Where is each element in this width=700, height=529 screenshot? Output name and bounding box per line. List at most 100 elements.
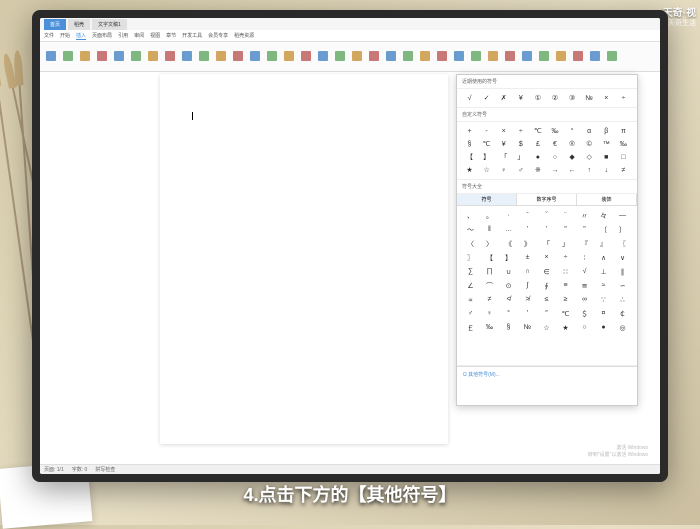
ribbon-button-4[interactable] <box>112 46 126 68</box>
symbol-cell[interactable]: ＄ <box>576 307 593 320</box>
symbol-cell[interactable]: ∷ <box>557 265 574 278</box>
menu-review[interactable]: 审阅 <box>134 32 144 39</box>
symbol-cell[interactable]: 〉 <box>481 237 498 250</box>
symbol-cell[interactable]: × <box>496 125 511 137</box>
category-tab-numbers[interactable]: 数字序号 <box>517 194 577 205</box>
symbol-cell[interactable]: β <box>599 125 614 137</box>
symbol-cell[interactable]: ① <box>530 92 545 104</box>
symbol-cell[interactable]: ® <box>565 138 580 150</box>
symbol-cell[interactable]: ♀ <box>496 164 511 176</box>
menu-vip[interactable]: 会员专享 <box>208 32 228 39</box>
ribbon-button-32[interactable] <box>588 46 602 68</box>
symbol-cell[interactable]: ∥ <box>614 265 631 278</box>
ribbon-button-20[interactable] <box>384 46 398 68</box>
symbol-cell[interactable]: € <box>548 138 563 150</box>
ribbon-button-6[interactable] <box>146 46 160 68</box>
category-tab-symbols[interactable]: 符号 <box>457 194 517 205</box>
symbol-cell[interactable]: ○ <box>548 151 563 163</box>
symbol-cell[interactable]: ☆ <box>479 164 494 176</box>
tab-home[interactable]: 首页 <box>44 19 66 30</box>
symbol-cell[interactable]: ♂ <box>462 307 479 320</box>
symbol-cell[interactable]: 【 <box>481 251 498 264</box>
ribbon-button-18[interactable] <box>350 46 364 68</box>
symbol-cell[interactable]: ¥ <box>496 138 511 150</box>
menu-dev[interactable]: 开发工具 <box>182 32 202 39</box>
symbol-cell[interactable]: 「 <box>496 151 511 163</box>
symbol-cell[interactable]: ≥ <box>557 293 574 306</box>
ribbon-button-21[interactable] <box>401 46 415 68</box>
symbol-cell[interactable]: ≡ <box>557 279 574 292</box>
symbol-cell[interactable]: ≠ <box>616 164 631 176</box>
symbol-cell[interactable]: ★ <box>462 164 477 176</box>
symbol-cell[interactable]: ′ <box>519 307 536 320</box>
symbol-cell[interactable]: ∵ <box>595 293 612 306</box>
symbol-cell[interactable]: 』 <box>595 237 612 250</box>
symbol-cell[interactable]: … <box>500 223 517 236</box>
symbol-cell[interactable]: ∴ <box>614 293 631 306</box>
symbol-cell[interactable]: ∪ <box>500 265 517 278</box>
symbol-cell[interactable]: 〗 <box>462 251 479 264</box>
menu-chapter[interactable]: 章节 <box>166 32 176 39</box>
symbol-cell[interactable]: 」 <box>513 151 528 163</box>
symbol-cell[interactable]: ↑ <box>582 164 597 176</box>
ribbon-button-9[interactable] <box>197 46 211 68</box>
symbol-cell[interactable]: ◆ <box>565 151 580 163</box>
symbol-cell[interactable]: 】 <box>500 251 517 264</box>
symbol-cell[interactable]: ‰ <box>548 125 563 137</box>
symbol-cell[interactable]: ♂ <box>513 164 528 176</box>
symbol-cell[interactable]: ∽ <box>614 279 631 292</box>
symbol-cell[interactable]: · <box>500 209 517 222</box>
symbol-cell[interactable]: 」 <box>557 237 574 250</box>
ribbon-button-26[interactable] <box>486 46 500 68</box>
symbol-cell[interactable]: ≤ <box>538 293 555 306</box>
symbol-cell[interactable]: 「 <box>538 237 555 250</box>
symbol-cell[interactable]: ※ <box>530 164 545 176</box>
symbol-cell[interactable]: ™ <box>599 138 614 150</box>
symbol-cell[interactable]: ∧ <box>595 251 612 264</box>
symbol-cell[interactable]: ⊥ <box>595 265 612 278</box>
symbol-cell[interactable]: ∞ <box>576 293 593 306</box>
symbol-cell[interactable]: ￡ <box>462 321 479 334</box>
symbol-cell[interactable]: ✗ <box>496 92 511 104</box>
symbol-cell[interactable]: ● <box>530 151 545 163</box>
symbol-cell[interactable]: 『 <box>576 237 593 250</box>
symbol-cell[interactable]: " <box>576 223 593 236</box>
symbol-cell[interactable]: ± <box>519 251 536 264</box>
symbol-cell[interactable]: ∑ <box>462 265 479 278</box>
symbol-cell[interactable]: ↓ <box>599 164 614 176</box>
symbol-cell[interactable]: $ <box>513 138 528 150</box>
ribbon-button-2[interactable] <box>78 46 92 68</box>
ribbon-button-15[interactable] <box>299 46 313 68</box>
symbol-cell[interactable]: ✓ <box>479 92 494 104</box>
symbol-cell[interactable]: ≠ <box>481 293 498 306</box>
symbol-cell[interactable]: 〔 <box>595 223 612 236</box>
other-symbols-link[interactable]: Ω 其他符号(M)... <box>457 366 637 382</box>
symbol-cell[interactable]: ☆ <box>538 321 555 334</box>
symbol-cell[interactable]: ¥ <box>513 92 528 104</box>
symbol-cell[interactable]: ˉ <box>519 209 536 222</box>
symbol-cell[interactable]: № <box>582 92 597 104</box>
symbol-cell[interactable]: § <box>500 321 517 334</box>
symbol-cell[interactable]: ← <box>565 164 580 176</box>
symbol-cell[interactable]: ～ <box>462 223 479 236</box>
symbol-cell[interactable]: ℃ <box>530 125 545 137</box>
symbol-cell[interactable]: ÷ <box>513 125 528 137</box>
symbol-cell[interactable]: ℃ <box>479 138 494 150</box>
symbol-cell[interactable]: ◇ <box>582 151 597 163</box>
ribbon-button-12[interactable] <box>248 46 262 68</box>
symbol-cell[interactable]: - <box>479 125 494 137</box>
symbol-cell[interactable]: 【 <box>462 151 477 163</box>
symbol-cell[interactable]: ● <box>595 321 612 334</box>
symbol-cell[interactable]: → <box>548 164 563 176</box>
symbol-cell[interactable]: ≈ <box>595 279 612 292</box>
symbol-cell[interactable]: 《 <box>500 237 517 250</box>
symbol-cell[interactable]: ≯ <box>519 293 536 306</box>
ribbon-button-22[interactable] <box>418 46 432 68</box>
menu-insert[interactable]: 插入 <box>76 32 86 40</box>
symbol-cell[interactable]: ∠ <box>462 279 479 292</box>
symbol-cell[interactable]: ≮ <box>500 293 517 306</box>
symbol-cell[interactable]: ◎ <box>614 321 631 334</box>
symbol-cell[interactable]: ○ <box>576 321 593 334</box>
symbol-cell[interactable]: ° <box>500 307 517 320</box>
symbol-cell[interactable]: 〕 <box>614 223 631 236</box>
